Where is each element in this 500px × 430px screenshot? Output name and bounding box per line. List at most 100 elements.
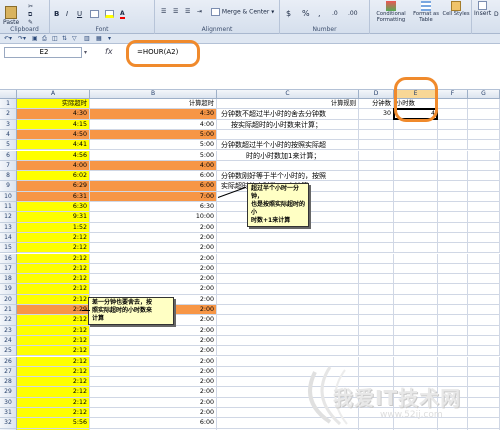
- cell-d[interactable]: [359, 181, 394, 192]
- cell-c[interactable]: [217, 294, 359, 305]
- cell-a[interactable]: 4:00: [17, 160, 90, 172]
- name-box-dropdown-icon[interactable]: ▾: [84, 49, 87, 56]
- cell-c[interactable]: [217, 243, 359, 254]
- row-header[interactable]: 22: [0, 315, 17, 326]
- cell-d[interactable]: [359, 284, 394, 295]
- preview-icon[interactable]: ◫: [52, 35, 58, 42]
- cell-e[interactable]: [394, 263, 438, 275]
- cell-f[interactable]: [438, 119, 468, 130]
- cell-a[interactable]: 4:56: [17, 150, 90, 161]
- cell-g[interactable]: [468, 212, 500, 223]
- cell-a[interactable]: 2:12: [17, 274, 90, 285]
- cell-f[interactable]: [438, 315, 468, 326]
- cell-f[interactable]: [438, 325, 468, 336]
- cell-c[interactable]: [217, 418, 359, 429]
- cell-c[interactable]: [217, 160, 359, 172]
- cell-e[interactable]: [394, 366, 438, 378]
- cell-g[interactable]: [468, 335, 500, 347]
- cell-f[interactable]: [438, 366, 468, 378]
- cell-f[interactable]: [438, 129, 468, 141]
- cell-f[interactable]: [438, 408, 468, 419]
- cell-a[interactable]: 2:29: [17, 305, 90, 316]
- cell-g[interactable]: [468, 418, 500, 429]
- row-header[interactable]: 6: [0, 150, 17, 161]
- cell-a[interactable]: 2:12: [17, 346, 90, 357]
- row-header[interactable]: 23: [0, 325, 17, 336]
- cell-b[interactable]: 5:00: [90, 150, 217, 161]
- cell-a[interactable]: 4:50: [17, 129, 90, 141]
- cell-b[interactable]: 6:00: [90, 171, 217, 182]
- cell-f[interactable]: [438, 294, 468, 305]
- undo-icon[interactable]: ↶▾: [4, 35, 12, 42]
- cell-e[interactable]: [394, 284, 438, 295]
- row-header[interactable]: 24: [0, 335, 17, 347]
- cell-g[interactable]: [468, 109, 500, 120]
- cell-f[interactable]: [438, 222, 468, 233]
- cell-a[interactable]: 2:12: [17, 232, 90, 244]
- cell-d[interactable]: [359, 377, 394, 388]
- cell-g[interactable]: [468, 366, 500, 378]
- cell-f[interactable]: [438, 99, 468, 110]
- row-header[interactable]: 27: [0, 366, 17, 378]
- cell-g[interactable]: [468, 243, 500, 254]
- cell-g[interactable]: [468, 171, 500, 182]
- cell-d[interactable]: [359, 202, 394, 213]
- cell-f[interactable]: [438, 160, 468, 172]
- cell-b[interactable]: 4:30: [90, 109, 217, 120]
- row-header[interactable]: 21: [0, 305, 17, 316]
- cell-f[interactable]: [438, 356, 468, 367]
- cell-b[interactable]: 2:00: [90, 274, 217, 285]
- paste-button[interactable]: Paste: [3, 6, 19, 27]
- cell-d[interactable]: [359, 366, 394, 378]
- cell-d[interactable]: [359, 418, 394, 429]
- cell-b[interactable]: 2:00: [90, 387, 217, 398]
- cell-e[interactable]: [394, 387, 438, 398]
- formula-input[interactable]: =HOUR(A2): [137, 48, 178, 56]
- cell-e[interactable]: [394, 253, 438, 264]
- cell-e[interactable]: [394, 294, 438, 305]
- cell-f[interactable]: [438, 284, 468, 295]
- cell-g[interactable]: [468, 408, 500, 419]
- cell-e[interactable]: [394, 408, 438, 419]
- cell-e[interactable]: [394, 325, 438, 336]
- row-header[interactable]: 10: [0, 191, 17, 202]
- cell-g[interactable]: [468, 160, 500, 172]
- row-header[interactable]: 18: [0, 274, 17, 285]
- cell-e[interactable]: [394, 222, 438, 233]
- row-header[interactable]: 5: [0, 140, 17, 151]
- cell-b[interactable]: 5:00: [90, 140, 217, 151]
- indent-icon[interactable]: ⇥: [197, 8, 202, 16]
- row-header[interactable]: 14: [0, 232, 17, 244]
- cell-b[interactable]: 计算超时: [90, 99, 217, 110]
- cell-b[interactable]: 2:00: [90, 222, 217, 233]
- cell-e[interactable]: [394, 232, 438, 244]
- cell-g[interactable]: [468, 346, 500, 357]
- column-header-g[interactable]: G: [468, 90, 500, 99]
- cell-d[interactable]: [359, 243, 394, 254]
- row-header[interactable]: 2: [0, 109, 17, 120]
- cell-d[interactable]: [359, 408, 394, 419]
- row-header[interactable]: 25: [0, 346, 17, 357]
- cell-b[interactable]: 5:00: [90, 129, 217, 141]
- cell-a[interactable]: 实际超时: [17, 99, 90, 110]
- cell-e[interactable]: [394, 356, 438, 367]
- cell-b[interactable]: 2:00: [90, 397, 217, 408]
- name-box[interactable]: E2: [4, 47, 82, 58]
- cell-g[interactable]: [468, 284, 500, 295]
- cell-f[interactable]: [438, 202, 468, 213]
- cell-b[interactable]: 2:00: [90, 366, 217, 378]
- chart-icon[interactable]: ▥: [84, 35, 90, 42]
- cell-e[interactable]: [394, 346, 438, 357]
- spreadsheet-grid[interactable]: A B C D E F G 1 实际超时 计算超时 2 4:30 4:30 3 4:15 4:00 4 4:50 5…: [0, 90, 500, 430]
- cell-g[interactable]: [468, 129, 500, 141]
- cell-g[interactable]: [468, 222, 500, 233]
- cell-a[interactable]: 9:31: [17, 212, 90, 223]
- cell-d[interactable]: [359, 140, 394, 151]
- cell-e[interactable]: [394, 150, 438, 161]
- cell-e[interactable]: [394, 129, 438, 141]
- cell-f[interactable]: [438, 181, 468, 192]
- row-header[interactable]: 15: [0, 243, 17, 254]
- cell-a[interactable]: 2:12: [17, 408, 90, 419]
- cell-a[interactable]: 2:12: [17, 294, 90, 305]
- cell-b[interactable]: 6:00: [90, 181, 217, 192]
